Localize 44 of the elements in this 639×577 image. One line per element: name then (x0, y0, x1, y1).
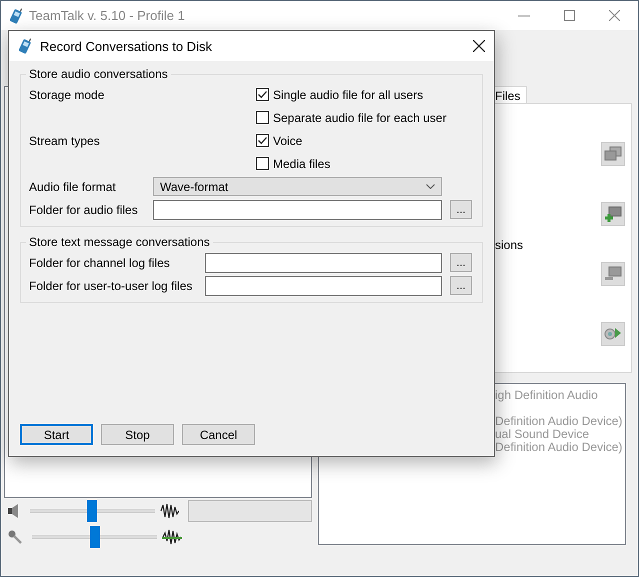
group-title: Store text message conversations (28, 235, 211, 249)
checkbox[interactable]: Media files (256, 156, 330, 170)
waveform-icon (160, 502, 180, 520)
browse-button[interactable]: ... (450, 253, 472, 272)
close-icon[interactable] (473, 40, 485, 52)
check-icon (257, 89, 268, 100)
device-text: ual Sound Device (495, 428, 590, 441)
dialog-title: Record Conversations to Disk (40, 38, 212, 54)
webcam-icon[interactable] (601, 322, 625, 346)
browse-button[interactable]: ... (450, 200, 472, 219)
device-text: igh Definition Audio (495, 389, 599, 402)
panel-text: sions (495, 238, 524, 252)
folder-field[interactable] (153, 200, 442, 220)
dialog-button[interactable]: Cancel (182, 424, 255, 445)
browse-button[interactable]: ... (450, 276, 472, 295)
field-label: Storage mode (29, 88, 104, 102)
window-title: TeamTalk v. 5.10 - Profile 1 (29, 8, 185, 23)
device-text: Definition Audio Device) (495, 441, 624, 454)
checkbox[interactable]: Single audio file for all users (256, 88, 424, 102)
minimize-icon[interactable] (518, 14, 530, 16)
group-title: Store audio conversations (28, 67, 169, 81)
field-label: Audio file format (29, 180, 116, 194)
chevron-icon (426, 184, 435, 189)
field-label: Folder for user-to-user log files (29, 278, 192, 292)
device-text: Definition Audio Device) (495, 415, 624, 428)
folder-field[interactable] (205, 252, 442, 272)
checkbox[interactable]: Voice (256, 134, 302, 148)
waveform-icon (162, 528, 182, 546)
folder-field[interactable] (205, 276, 442, 296)
add-window-icon[interactable] (601, 202, 625, 226)
checkbox[interactable]: Separate audio file for each user (256, 110, 446, 124)
microphone-icon (7, 529, 23, 545)
field-label: Folder for channel log files (29, 256, 170, 270)
field-label: Stream types (29, 134, 100, 148)
window-icon[interactable] (601, 262, 625, 286)
dialog-button[interactable]: Stop (101, 424, 174, 445)
dialog-button[interactable]: Start (20, 424, 93, 445)
app-logo-icon (18, 37, 32, 55)
format-dropdown[interactable]: Wave-format (153, 177, 442, 196)
field-label: Folder for audio files (29, 202, 138, 216)
speaker-icon (7, 503, 21, 519)
windows-icon[interactable] (601, 142, 625, 166)
maximize-icon[interactable] (564, 10, 575, 21)
check-icon (257, 135, 268, 146)
